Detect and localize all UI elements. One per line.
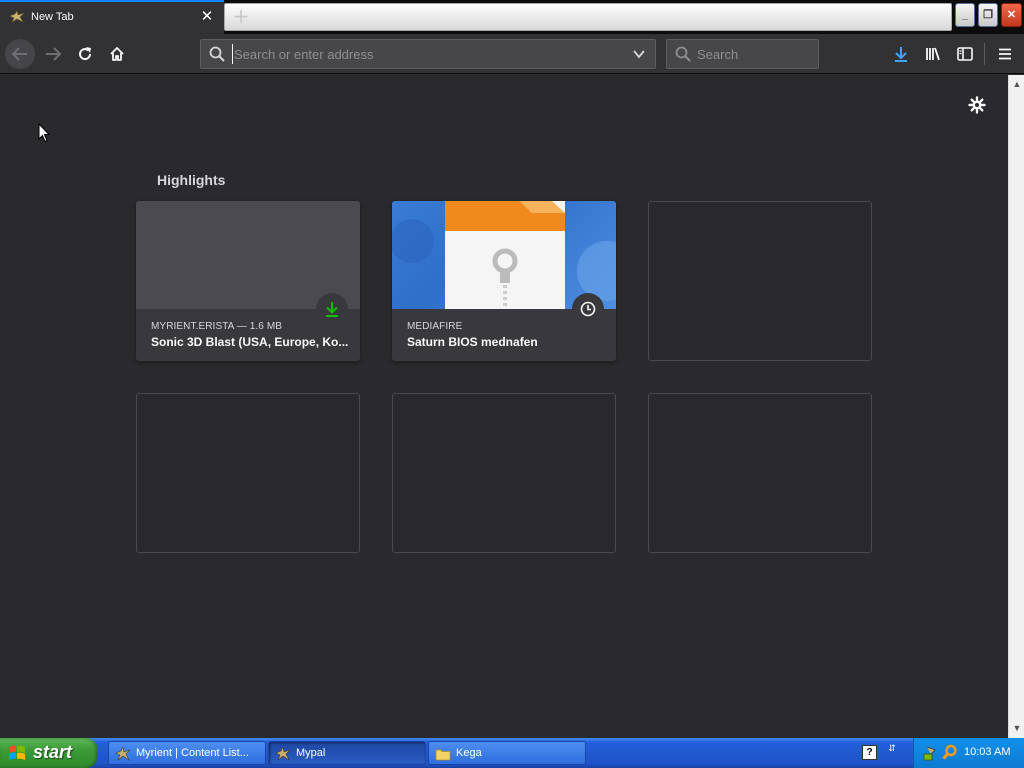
address-bar[interactable] — [200, 39, 656, 69]
download-icon — [895, 47, 907, 62]
window-restore-button[interactable]: ❐ — [978, 3, 998, 27]
new-tab-button[interactable]: + — [231, 6, 251, 26]
search-bar[interactable] — [666, 39, 819, 69]
new-tab-page: Highlights MYRIENT.ERISTA — 1.6 MB Sonic… — [0, 75, 1008, 738]
gear-icon — [968, 96, 986, 114]
clock-icon — [580, 301, 596, 317]
back-button[interactable] — [5, 39, 35, 69]
sidebar-icon — [957, 47, 973, 61]
arrow-right-icon — [46, 47, 62, 61]
home-button[interactable] — [102, 39, 132, 69]
help-icon[interactable]: ? — [862, 745, 877, 760]
vertical-scrollbar[interactable]: ▲ ▼ — [1008, 75, 1024, 738]
highlight-card[interactable]: MEDIAFIRE Saturn BIOS mednafen — [392, 201, 616, 361]
taskbar-item-label: Kega — [456, 747, 482, 759]
folder-icon — [435, 749, 451, 761]
card-source: MEDIAFIRE — [407, 321, 463, 332]
download-icon — [326, 302, 338, 317]
hamburger-menu-icon — [999, 48, 1011, 60]
taskbar-item-label: Mypal — [296, 747, 326, 759]
taskbar-item-myrient[interactable]: Myrient | Content List... — [108, 741, 266, 765]
empty-highlight-slot — [136, 393, 360, 553]
card-title: Saturn BIOS mednafen — [407, 335, 538, 349]
card-source: MYRIENT.ERISTA — 1.6 MB — [151, 321, 283, 332]
library-icon — [926, 47, 940, 61]
scroll-up-arrow-icon[interactable]: ▲ — [1012, 79, 1022, 89]
toolbar-separator — [984, 43, 985, 65]
language-bar-icon[interactable]: ⇵ — [885, 743, 899, 763]
forward-button[interactable] — [38, 39, 68, 69]
window-close-button[interactable]: ✕ — [1001, 3, 1022, 27]
card-title: Sonic 3D Blast (USA, Europe, Ko... — [151, 335, 349, 349]
sidebar-toggle-button[interactable] — [950, 39, 980, 69]
search-tray-icon[interactable] — [942, 744, 958, 760]
highlights-heading: Highlights — [157, 172, 226, 188]
navigation-toolbar — [0, 34, 1024, 74]
mouse-cursor-icon — [38, 123, 50, 143]
tab-close-icon[interactable]: ✕ — [199, 9, 215, 25]
window-minimize-button[interactable]: _ — [955, 3, 975, 27]
empty-highlight-slot — [648, 393, 872, 553]
empty-highlight-slot — [392, 393, 616, 553]
tab-strip: New Tab ✕ + _ ❐ ✕ — [0, 0, 1024, 34]
search-input[interactable] — [697, 45, 812, 63]
library-button[interactable] — [918, 39, 948, 69]
browser-icon — [275, 746, 291, 761]
menu-button[interactable] — [990, 39, 1020, 69]
highlight-card[interactable]: MYRIENT.ERISTA — 1.6 MB Sonic 3D Blast (… — [136, 201, 360, 361]
downloads-button[interactable] — [886, 39, 916, 69]
reload-button[interactable] — [70, 39, 100, 69]
card-badge — [572, 293, 604, 325]
start-label: start — [33, 742, 73, 762]
start-button[interactable]: start — [0, 738, 98, 768]
network-icon[interactable] — [922, 745, 938, 761]
empty-highlight-slot — [648, 201, 872, 361]
tab-new-tab[interactable]: New Tab ✕ — [0, 0, 224, 34]
address-input[interactable] — [232, 44, 622, 64]
newtab-settings-button[interactable] — [966, 94, 988, 116]
arrow-left-icon — [11, 47, 27, 61]
taskbar-item-kega[interactable]: Kega — [428, 741, 586, 765]
home-icon — [110, 47, 124, 61]
card-badge — [316, 293, 348, 325]
chevron-down-icon[interactable] — [632, 47, 646, 61]
reload-icon — [79, 47, 92, 61]
tab-title: New Tab — [31, 11, 74, 23]
taskbar-clock: 10:03 AM — [964, 746, 1011, 758]
taskbar-item-label: Myrient | Content List... — [136, 747, 249, 759]
scroll-down-arrow-icon[interactable]: ▼ — [1012, 723, 1022, 733]
search-icon — [675, 46, 691, 62]
system-tray: 10:03 AM — [913, 738, 1024, 768]
mypal-favicon-icon — [9, 10, 25, 23]
search-icon — [209, 46, 225, 62]
windows-logo-icon — [9, 745, 25, 760]
taskbar-item-mypal[interactable]: Mypal — [268, 741, 426, 765]
browser-icon — [115, 746, 131, 761]
tab-strip-background — [224, 3, 952, 31]
taskbar: start Myrient | Content List... Mypal Ke… — [0, 738, 1024, 768]
